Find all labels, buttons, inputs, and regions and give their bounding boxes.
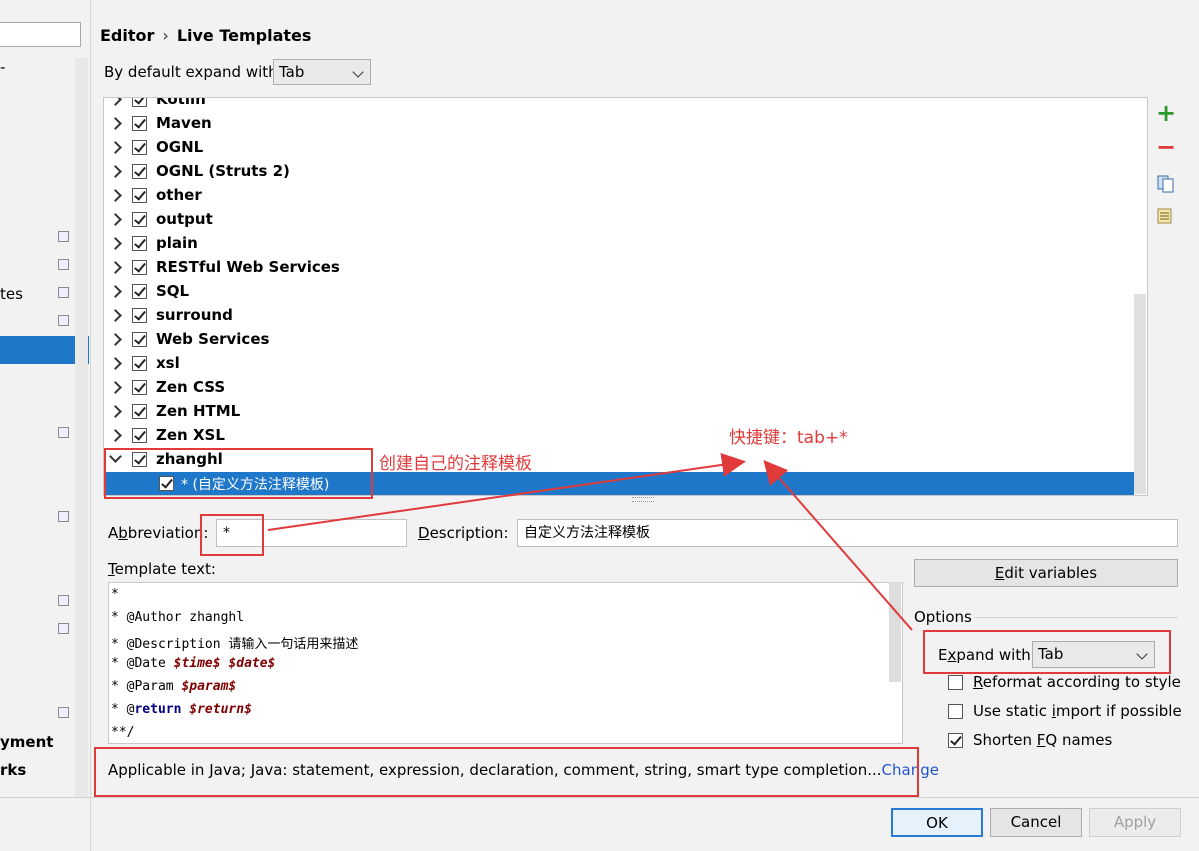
arrow-expand-with (763, 459, 913, 631)
arrow-abbreviation (267, 452, 746, 531)
annotation-arrows (267, 452, 913, 631)
